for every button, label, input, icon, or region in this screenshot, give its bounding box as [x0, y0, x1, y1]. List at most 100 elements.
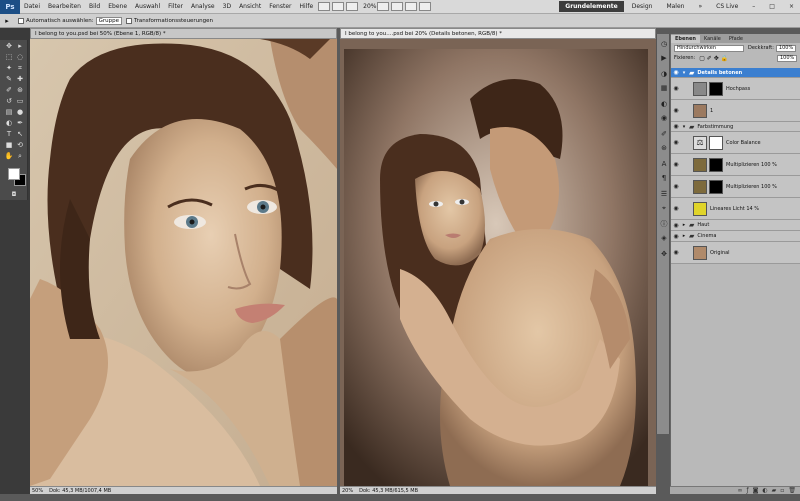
type-tool-icon[interactable]: T [4, 130, 14, 139]
layer-row-multiply-1[interactable]: ◉ Multiplizieren 100 % [671, 154, 800, 176]
brush-panel-icon[interactable]: ✐ [659, 130, 669, 139]
navigator-panel-icon[interactable]: ⌖ [659, 204, 669, 213]
layer-row-1[interactable]: ◉ 1 [671, 100, 800, 122]
history-brush-icon[interactable]: ↺ [4, 97, 14, 106]
visibility-eye-icon[interactable]: ◉ [671, 205, 681, 212]
layer-row-color-balance[interactable]: ◉ ⚖ Color Balance [671, 132, 800, 154]
move-tool-icon[interactable]: ▸ [0, 17, 14, 25]
swatches-panel-icon[interactable]: ▦ [659, 84, 669, 93]
visibility-eye-icon[interactable]: ◉ [671, 69, 681, 76]
window-close-icon[interactable]: × [783, 1, 800, 12]
paragraph-panel-icon[interactable]: ¶ [659, 174, 669, 183]
healing-brush-icon[interactable]: ✚ [15, 75, 25, 84]
visibility-eye-icon[interactable]: ◉ [671, 249, 681, 256]
adjustments-panel-icon[interactable]: ◐ [659, 100, 669, 109]
layer-row-skin-group[interactable]: ◉ ▸ ▰ Haut [671, 220, 800, 231]
visibility-eye-icon[interactable]: ◉ [671, 161, 681, 168]
menu-file[interactable]: Datei [20, 3, 44, 10]
window-minimize-icon[interactable]: – [746, 1, 761, 12]
bridge-icon[interactable] [318, 2, 331, 11]
dodge-tool-icon[interactable]: ◐ [4, 119, 14, 128]
transform-controls-checkbox[interactable] [126, 17, 133, 24]
path-select-icon[interactable]: ↖ [15, 130, 25, 139]
menu-help[interactable]: Hilfe [295, 3, 317, 10]
3d-panel-icon[interactable]: ◈ [659, 234, 669, 243]
actions-panel-icon[interactable]: ▶ [659, 54, 669, 63]
lock-pixels-icon[interactable]: ▢ ✐ ✥ 🔒 [699, 55, 728, 62]
marquee-tool-icon[interactable]: ⬚ [4, 53, 14, 62]
expand-chevron-icon[interactable]: ▾ [681, 124, 687, 130]
pen-tool-icon[interactable]: ✒ [15, 119, 25, 128]
quick-mask-icon[interactable]: ◘ [9, 190, 19, 199]
direct-select-icon[interactable]: ▸ [15, 42, 25, 51]
layer-row-cinema-group[interactable]: ◉ ▸ ▰ Cinema [671, 231, 800, 242]
blend-mode-dropdown[interactable]: Hindurchwirken [674, 44, 744, 52]
info-panel-icon[interactable]: ⓘ [659, 220, 669, 229]
view-extras-icon[interactable] [346, 2, 359, 11]
gradient-tool-icon[interactable]: ▤ [4, 108, 14, 117]
visibility-eye-icon[interactable]: ◉ [671, 107, 681, 114]
opacity-field[interactable]: 100% [775, 44, 796, 52]
menu-edit[interactable]: Bearbeiten [44, 3, 85, 10]
layer-row-multiply-2[interactable]: ◉ Multiplizieren 100 % [671, 176, 800, 198]
expand-chevron-icon[interactable]: ▸ [681, 222, 687, 228]
layer-row-details-group[interactable]: ◉ ▾ ▰ Details betonen [671, 68, 800, 78]
minibridge-icon[interactable] [332, 2, 345, 11]
canvas-couple-photo[interactable] [340, 39, 656, 486]
tool-presets-icon[interactable]: ✥ [659, 250, 669, 259]
new-adjustment-icon[interactable]: ◐ [762, 487, 767, 494]
history-panel-icon[interactable]: ◷ [659, 40, 669, 49]
link-layers-icon[interactable]: ∞ [737, 487, 742, 494]
clone-stamp-icon[interactable]: ⊛ [15, 86, 25, 95]
layer-row-highpass[interactable]: ◉ Hochpass [671, 78, 800, 100]
menu-filter[interactable]: Filter [164, 3, 187, 10]
document-tab-2[interactable]: I belong to you....psd bei 20% (Details … [340, 28, 656, 39]
delete-layer-icon[interactable]: 🗑 [788, 487, 796, 494]
layer-style-icon[interactable]: ƒ [746, 487, 748, 494]
auto-select-dropdown[interactable]: Gruppe [95, 16, 123, 25]
visibility-eye-icon[interactable]: ◉ [671, 222, 681, 229]
tab-paths[interactable]: Pfade [725, 35, 747, 43]
menu-image[interactable]: Bild [85, 3, 104, 10]
cs-live[interactable]: CS Live [710, 1, 744, 12]
workspace-design[interactable]: Design [626, 1, 659, 12]
menu-window[interactable]: Fenster [265, 3, 295, 10]
arrange-documents-icon[interactable] [405, 2, 418, 11]
masks-panel-icon[interactable]: ◉ [659, 114, 669, 123]
screen-mode-icon[interactable] [419, 2, 432, 11]
zoom-level[interactable]: 20% [363, 3, 376, 10]
tab-channels[interactable]: Kanäle [700, 35, 725, 43]
zoom-readout-1[interactable]: 50% [32, 488, 43, 494]
add-mask-icon[interactable]: ◙ [753, 487, 759, 494]
canvas-closeup-photo[interactable] [30, 39, 337, 486]
blur-tool-icon[interactable]: ● [15, 108, 25, 117]
crop-tool-icon[interactable]: ⌗ [15, 64, 25, 73]
visibility-eye-icon[interactable]: ◉ [671, 139, 681, 146]
new-group-icon[interactable]: ▰ [772, 487, 777, 494]
expand-chevron-icon[interactable]: ▸ [681, 233, 687, 239]
layer-row-linear-light[interactable]: ◉ Lineares Licht 14 % [671, 198, 800, 220]
menu-analysis[interactable]: Analyse [187, 3, 219, 10]
visibility-eye-icon[interactable]: ◉ [671, 85, 681, 92]
magic-wand-icon[interactable]: ✦ [4, 64, 14, 73]
character-panel-icon[interactable]: A [659, 160, 669, 169]
workspace-more[interactable]: » [692, 1, 708, 12]
menu-3d[interactable]: 3D [219, 3, 235, 10]
clone-source-icon[interactable]: ⊛ [659, 144, 669, 153]
color-panel-icon[interactable]: ◑ [659, 70, 669, 79]
new-layer-icon[interactable]: ▫ [780, 487, 784, 494]
zoom-readout-2[interactable]: 20% [342, 488, 353, 494]
layer-row-original[interactable]: ◉ Original [671, 242, 800, 264]
rotate-view-icon[interactable] [391, 2, 404, 11]
styles-panel-icon[interactable]: ☰ [659, 190, 669, 199]
layer-row-colormood-group[interactable]: ◉ ▾ ▰ Farbstimmung [671, 122, 800, 132]
eraser-tool-icon[interactable]: ▭ [15, 97, 25, 106]
3d-rotate-icon[interactable]: ⟲ [15, 141, 25, 150]
lasso-tool-icon[interactable]: ◌ [15, 53, 25, 62]
visibility-eye-icon[interactable]: ◉ [671, 233, 681, 240]
brush-tool-icon[interactable]: ✐ [4, 86, 14, 95]
window-maximize-icon[interactable]: □ [763, 1, 781, 12]
hand-tool-icon[interactable]: ✋ [4, 152, 14, 161]
visibility-eye-icon[interactable]: ◉ [671, 123, 681, 130]
hand-tool-icon[interactable] [377, 2, 390, 11]
